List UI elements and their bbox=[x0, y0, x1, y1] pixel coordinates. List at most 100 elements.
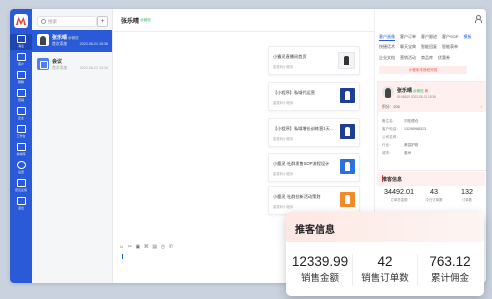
card-title: 【小程序】私域代运营 bbox=[273, 90, 315, 95]
nav-groups[interactable]: 群聊 bbox=[10, 70, 32, 86]
phone-icon[interactable]: ✆ bbox=[169, 244, 173, 250]
nav-workbench[interactable]: 工作台 bbox=[10, 124, 32, 140]
field-row: 备注名： 刘亚德仓 bbox=[382, 119, 419, 123]
mini-program-card[interactable]: 小鹿灵·社群拉新活动策划 星推码小程序 bbox=[268, 186, 360, 215]
group-icon bbox=[40, 61, 48, 69]
nav-materials[interactable]: 素材库 bbox=[10, 142, 32, 158]
callout-stats: 12339.99 销售金额 42 销售订单数 763.12 累计佣金 bbox=[286, 250, 484, 296]
stat-item: 34492.01 订单总金额 bbox=[384, 187, 414, 202]
conversation-list: 搜索 + 张乐晴@微信 首次添加 2023-08-21 15:36 会议 首次添… bbox=[32, 9, 113, 283]
scissors-icon[interactable]: ✂ bbox=[128, 244, 132, 250]
tab-customer-orders[interactable]: 客户订单 bbox=[400, 34, 416, 40]
card-thumbnail bbox=[340, 159, 355, 174]
mini-program-card[interactable]: 小鹿灵·社群发售SOP流程设计 星推码小程序 bbox=[268, 153, 360, 182]
add-button[interactable]: + bbox=[97, 16, 108, 27]
command-icon[interactable]: ⌘ bbox=[144, 244, 149, 250]
nav-settings[interactable]: 设置 bbox=[10, 160, 32, 176]
customer-id: ID:06819 2023-08-21 15:36 bbox=[397, 94, 436, 99]
emoji-icon[interactable]: ☺ bbox=[119, 244, 124, 250]
stat-value: 12339.99 bbox=[291, 254, 349, 269]
customer-name: 张乐晴 bbox=[397, 88, 413, 94]
stat-value: 42 bbox=[377, 254, 393, 269]
grid-icon bbox=[16, 125, 26, 133]
stat-item: 42 销售订单数 bbox=[355, 250, 415, 296]
card-thumbnail bbox=[340, 124, 355, 139]
logout-icon bbox=[16, 197, 26, 205]
callout-title: 推客信息 bbox=[295, 225, 335, 236]
search-icon bbox=[41, 19, 46, 25]
conversation-item[interactable]: 会议 首次添加 2023-08-21 15:36 bbox=[32, 54, 112, 76]
nav-logout[interactable]: 退出 bbox=[10, 196, 32, 212]
stat-label: 累计佣金 bbox=[430, 273, 469, 284]
mini-program-card[interactable]: 【小程序】私域代运营 星推码小程序 bbox=[268, 82, 360, 111]
promoter-stats: 34492.01 订单总金额 43 今日订单数 132 订单数 bbox=[377, 187, 485, 213]
tab-enterprise-docs[interactable]: 企业文档 bbox=[379, 55, 395, 61]
folder-icon bbox=[16, 143, 26, 151]
contacts-icon bbox=[16, 53, 26, 61]
nav-marketing[interactable]: 营销 bbox=[10, 88, 32, 104]
tab-customer-sop[interactable]: 客户SOP bbox=[442, 34, 458, 40]
chat-icon bbox=[16, 35, 26, 43]
search-input[interactable]: 搜索 bbox=[37, 16, 97, 27]
nav-messages[interactable]: 消息 bbox=[10, 34, 32, 50]
tab-customer-profile[interactable]: 客户画像 bbox=[379, 34, 395, 41]
card-subtitle: 星推码小程序 bbox=[273, 101, 294, 105]
megaphone-icon bbox=[16, 89, 26, 97]
tab-chat-guide[interactable]: 聊天宝典 bbox=[400, 44, 416, 50]
conversation-message: 首次添加 bbox=[52, 42, 68, 46]
nav-customers[interactable]: 客户 bbox=[10, 52, 32, 68]
tab-coupons[interactable]: 优惠券 bbox=[438, 55, 450, 61]
nav-feedback[interactable]: 意见反馈 bbox=[10, 178, 32, 194]
card-subtitle: 星推码小程序 bbox=[273, 172, 294, 176]
notice-banner[interactable]: 小程序未授权完成 bbox=[379, 66, 467, 74]
nav-enterprise[interactable]: 企业 bbox=[10, 106, 32, 122]
tab-customer-followup[interactable]: 客户跟进 bbox=[421, 34, 437, 40]
tab-products[interactable]: 商品库 bbox=[421, 55, 433, 61]
mini-program-card[interactable]: 【小程序】私域增长训练营1天… 星推码小程序 bbox=[268, 118, 360, 147]
section-title: 推客信息 bbox=[382, 177, 403, 183]
tab-quick-replies[interactable]: 快捷话术 bbox=[379, 44, 395, 50]
main-nav: 消息 客户 群聊 营销 企业 工作台 素材库 设置 意见反馈 退出 bbox=[10, 9, 32, 283]
tab-smart-form[interactable]: 智能表单 bbox=[442, 44, 458, 50]
customer-card: 张乐晴@微信黄 ID:06819 2023-08-21 15:36 积分：205… bbox=[377, 81, 486, 171]
tab-more[interactable]: 模板 bbox=[463, 34, 471, 40]
panel-tabs-row3: 企业文档 营销活动 商品库 优惠券 bbox=[379, 55, 486, 61]
card-thumbnail bbox=[340, 192, 355, 207]
panel-tabs-row2: 快捷话术 聊天宝典 智能回复 智能表单 bbox=[379, 44, 486, 50]
stat-value: 763.12 bbox=[429, 254, 471, 269]
conversation-message: 首次添加 bbox=[52, 66, 68, 70]
stat-label: 销售订单数 bbox=[361, 273, 409, 284]
file-icon[interactable]: ▤ bbox=[152, 244, 157, 250]
mini-program-card[interactable]: 小霸灵直播间首页 星推码小程序 bbox=[268, 46, 360, 75]
tab-smart-reply[interactable]: 智能回复 bbox=[421, 44, 437, 50]
chevron-right-icon[interactable]: › bbox=[481, 105, 482, 109]
card-title: 【小程序】私域增长训练营1天… bbox=[273, 126, 334, 131]
card-subtitle: 星推码小程序 bbox=[273, 65, 294, 69]
promoter-section-header: 推客信息 bbox=[377, 172, 485, 186]
field-row: 客户电话： 13298968323 bbox=[382, 127, 426, 131]
avatar bbox=[382, 86, 394, 98]
field-row: 行业： 美容护肤 bbox=[382, 143, 419, 147]
customer-points: 积分：205 bbox=[382, 105, 400, 109]
feedback-icon bbox=[16, 179, 26, 187]
input-toolbar: ☺ ✂ ▣ ⌘ ▤ ◷ ✆ bbox=[119, 244, 177, 250]
tab-marketing[interactable]: 营销活动 bbox=[400, 55, 416, 61]
customer-fields: 备注名： 刘亚德仓 客户电话： 13298968323 公司名称： 行业： 美容护肤 … bbox=[382, 117, 426, 157]
app-logo bbox=[14, 14, 28, 28]
conversation-name: 张乐晴 bbox=[52, 35, 68, 41]
chat-contact-name: 张乐晴 bbox=[121, 19, 140, 25]
stat-item: 12339.99 销售金额 bbox=[290, 250, 350, 296]
image-icon[interactable]: ▣ bbox=[136, 244, 141, 250]
conversation-item[interactable]: 张乐晴@微信 首次添加 2023-08-21 15:36 bbox=[32, 30, 112, 52]
group-avatar bbox=[37, 58, 49, 70]
card-subtitle: 星推码小程序 bbox=[273, 137, 294, 141]
stat-item: 763.12 累计佣金 bbox=[420, 250, 480, 296]
history-icon[interactable]: ◷ bbox=[161, 244, 165, 250]
message-input[interactable] bbox=[122, 254, 123, 259]
gear-icon bbox=[16, 161, 26, 169]
card-title: 小霸灵直播间首页 bbox=[273, 54, 307, 59]
chat-header: 张乐晴 @微信 bbox=[113, 9, 374, 32]
group-icon bbox=[16, 71, 26, 79]
stat-item: 132 订单数 bbox=[461, 187, 473, 202]
user-icon[interactable] bbox=[474, 15, 482, 23]
